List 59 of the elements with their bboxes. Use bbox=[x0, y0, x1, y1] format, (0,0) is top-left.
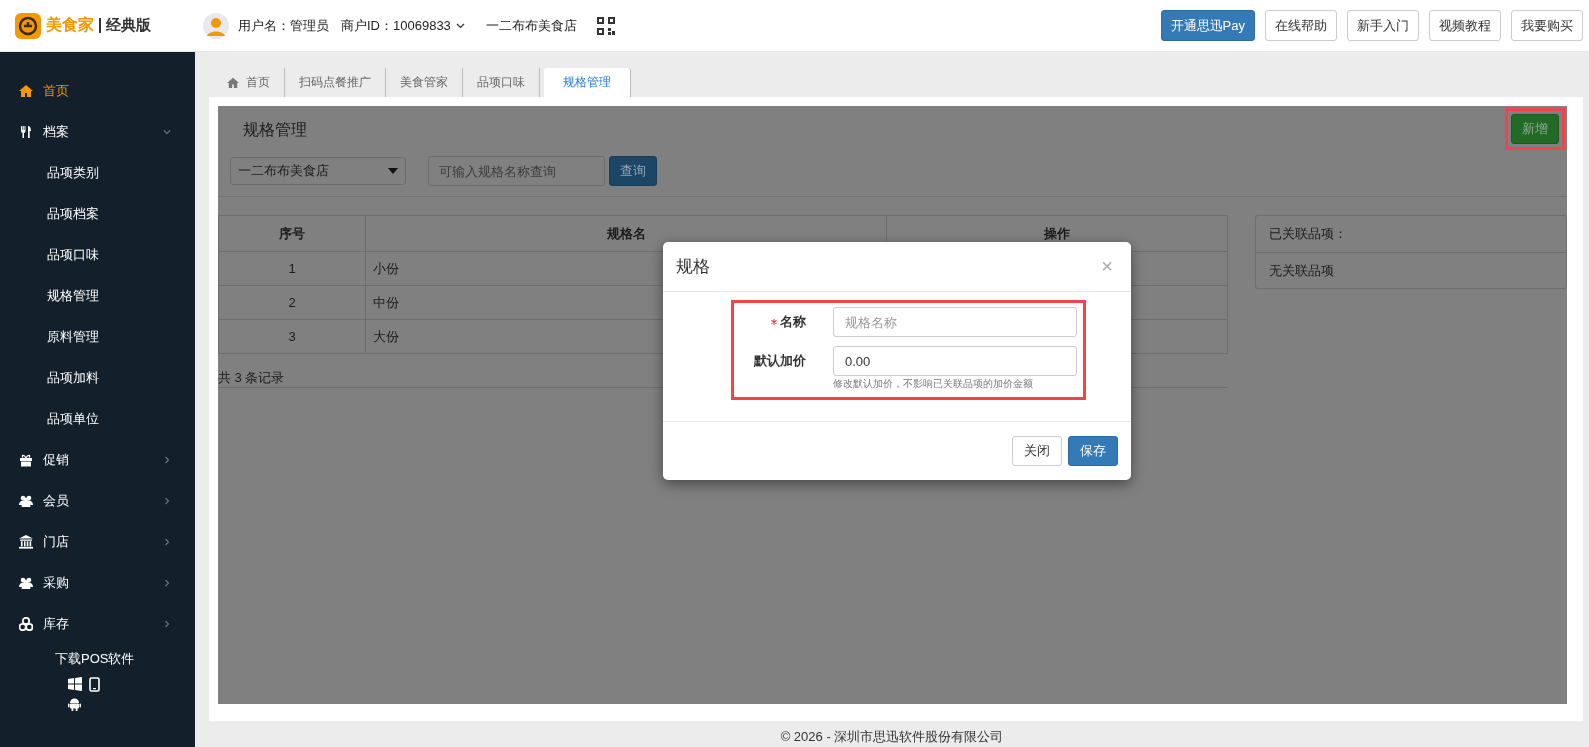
column-header: 序号 bbox=[218, 215, 366, 252]
header-button[interactable]: 在线帮助 bbox=[1265, 10, 1337, 41]
sidebar-subitem[interactable]: 品项单位 bbox=[0, 398, 195, 439]
tab[interactable]: 规格管理 bbox=[544, 68, 631, 97]
bank-icon bbox=[19, 534, 33, 549]
users-icon bbox=[19, 493, 33, 508]
copyright-text: © 2026 - 深圳市思迅软件股份有限公司 bbox=[779, 728, 1005, 746]
table-cell: 2 bbox=[218, 285, 366, 320]
logo-icon bbox=[15, 12, 41, 39]
user-name: 用户名：管理员 bbox=[238, 16, 329, 35]
search-button[interactable]: 查询 bbox=[609, 156, 657, 186]
sidebar-item[interactable]: 门店 bbox=[0, 521, 195, 562]
logo-text: 美食家 bbox=[46, 15, 94, 35]
header-button[interactable]: 开通思迅Pay bbox=[1160, 10, 1255, 41]
save-button[interactable]: 保存 bbox=[1068, 436, 1118, 466]
dialog-title: 规格 bbox=[676, 256, 710, 278]
sidebar-subitem[interactable]: 品项档案 bbox=[0, 193, 195, 234]
avatar-icon bbox=[203, 12, 229, 39]
sidebar-item[interactable]: 会员 bbox=[0, 480, 195, 521]
table-cell: 3 bbox=[218, 319, 366, 354]
qr-code-icon[interactable] bbox=[596, 16, 615, 35]
input-field[interactable]: 0.00 bbox=[833, 346, 1077, 376]
header-button[interactable]: 视频教程 bbox=[1429, 10, 1501, 41]
table-cell: 1 bbox=[218, 251, 366, 286]
home-icon bbox=[227, 77, 239, 88]
caret-icon bbox=[388, 168, 398, 174]
help-text: 修改默认加价，不影响已关联品项的加价金额 bbox=[833, 377, 1034, 391]
tablet-icon[interactable] bbox=[89, 677, 100, 692]
windows-icon[interactable] bbox=[68, 677, 82, 691]
page-title: 规格管理 bbox=[243, 120, 307, 140]
sidebar-subitem[interactable]: 品项类别 bbox=[0, 152, 195, 193]
close-button[interactable]: 关闭 bbox=[1012, 436, 1062, 466]
home-icon bbox=[19, 83, 33, 98]
header-button[interactable]: 新手入门 bbox=[1347, 10, 1419, 41]
sidebar-subitem[interactable]: 品项口味 bbox=[0, 234, 195, 275]
sidebar-item[interactable]: 档案 bbox=[0, 111, 195, 152]
panel-title: 已关联品项： bbox=[1256, 216, 1566, 253]
empty-text: 无关联品项 bbox=[1268, 262, 1335, 280]
sidebar-item[interactable]: 首页 bbox=[0, 70, 195, 111]
sidebar-subitem[interactable]: 规格管理 bbox=[0, 275, 195, 316]
sidebar-item[interactable]: 库存 bbox=[0, 603, 195, 644]
sidebar-subitem[interactable]: 品项加料 bbox=[0, 357, 195, 398]
search-field[interactable]: 可输入规格名称查询 bbox=[428, 156, 605, 186]
sidebar-item[interactable]: 采购 bbox=[0, 562, 195, 603]
edition-label: 经典版 bbox=[106, 16, 151, 35]
utensils-icon bbox=[19, 124, 33, 139]
download-label: 下载POS软件 bbox=[55, 650, 135, 668]
store-name: 一二布布美食店 bbox=[485, 16, 577, 35]
sidebar-subitem[interactable]: 原料管理 bbox=[0, 316, 195, 357]
input-field[interactable]: 规格名称 bbox=[833, 307, 1077, 337]
field-label: 默认加价 bbox=[754, 352, 806, 370]
android-icon[interactable] bbox=[68, 697, 81, 711]
chevron-down-icon bbox=[455, 22, 465, 29]
header-button[interactable]: 我要购买 bbox=[1511, 10, 1583, 41]
cubes-icon bbox=[19, 616, 33, 631]
sidebar-item[interactable]: 促销 bbox=[0, 439, 195, 480]
users-icon bbox=[19, 575, 33, 590]
merchant-dropdown[interactable]: 商户ID：10069833 bbox=[341, 16, 465, 35]
gift-icon bbox=[19, 452, 33, 467]
